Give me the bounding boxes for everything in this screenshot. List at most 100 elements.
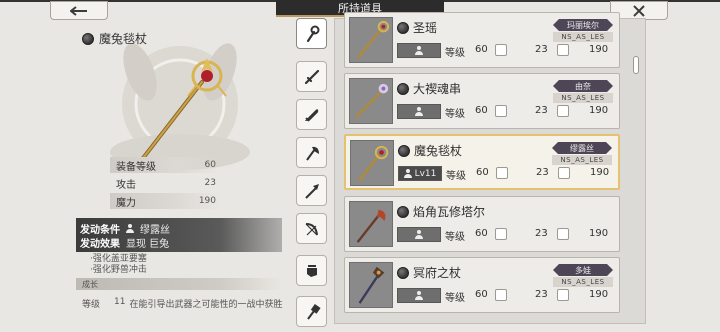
list-item[interactable]: 焰角瓦修塔尔 等级 60 23 190 — [344, 196, 620, 252]
wand-stat-icon — [557, 105, 569, 117]
condition-value: 缪露丝 — [140, 224, 170, 236]
level-value: 60 — [475, 105, 488, 116]
stat-row-attack: 攻击 23 — [110, 175, 220, 191]
item-name-text: 焰角瓦修塔尔 — [413, 205, 486, 219]
tab-axe[interactable] — [296, 137, 327, 168]
magic-value: 190 — [590, 167, 610, 178]
equip-slot — [397, 288, 441, 303]
attack-value: 23 — [536, 167, 549, 178]
level-label: 等级 — [445, 48, 465, 59]
equip-slot — [397, 43, 441, 58]
list-item-selected[interactable]: 魔兔毯杖 缪露丝 NS_AS_LES Lv11 等级 60 23 190 — [344, 134, 620, 190]
element-orb-icon — [397, 266, 409, 279]
magic-value: 190 — [589, 289, 609, 300]
list-item[interactable]: 圣瑶 玛丽埃尔 NS_AS_LES 等级 60 23 190 — [344, 12, 620, 68]
close-icon — [633, 4, 645, 17]
stat-row-level: 装备等级 60 — [110, 157, 220, 173]
owner-tag: 玛丽埃尔 — [553, 19, 613, 31]
list-scrollbar[interactable] — [633, 56, 639, 74]
sword-stat-icon — [495, 44, 507, 56]
equip-slot — [397, 227, 441, 242]
class-tag: NS_AS_LES — [553, 32, 613, 42]
stat-row-magic: 魔力 190 — [110, 193, 220, 209]
attack-value: 23 — [535, 44, 548, 55]
owner-tag: 多娃 — [553, 264, 613, 276]
owner-tag: 缪露丝 — [552, 142, 612, 154]
equip-slot: Lv11 — [398, 166, 442, 181]
growth-level: 11 — [114, 297, 126, 307]
skill-box: 发动条件 缪露丝 发动效果 显现 巨兔 — [76, 218, 282, 252]
stat-value: 190 — [198, 196, 216, 206]
level-label: 等级 — [445, 232, 465, 243]
wand-stat-icon — [557, 44, 569, 56]
list-item[interactable]: 大禊魂串 由奈 NS_AS_LES 等级 60 23 190 — [344, 73, 620, 129]
level-value: 60 — [476, 167, 489, 178]
magic-value: 190 — [589, 105, 609, 116]
effect-label: 发动效果 — [80, 238, 120, 250]
level-value: 60 — [475, 289, 488, 300]
growth-description: 在能引导出武器之可能性的一战中获胜 — [129, 300, 283, 310]
gauntlet-icon — [306, 264, 317, 277]
staff-icon — [306, 25, 319, 42]
person-icon — [415, 107, 423, 116]
item-detail-panel: 魔兔毯杖 装备等级 60 攻击 23 魔力 190 发动条件 缪露丝 发动效果 … — [0, 18, 290, 332]
tab-hammer[interactable] — [296, 296, 327, 327]
level-label: 等级 — [445, 293, 465, 304]
tab-staff[interactable] — [296, 18, 327, 49]
level-label: 等级 — [445, 109, 465, 120]
bullet-item: ·强化野兽冲击 — [90, 265, 147, 275]
spear-icon — [304, 183, 319, 199]
weapon-portrait — [110, 43, 250, 170]
sword-stat-icon — [495, 228, 507, 240]
list-item[interactable]: 冥府之杖 多娃 NS_AS_LES 等级 60 23 190 — [344, 257, 620, 313]
condition-label: 发动条件 — [80, 224, 120, 236]
dagger-icon — [304, 108, 318, 122]
detail-title: 魔兔毯杖 — [82, 30, 147, 47]
detail-name: 魔兔毯杖 — [99, 32, 148, 46]
bow-icon — [305, 222, 318, 235]
sword-icon — [304, 69, 319, 84]
sword-stat-icon — [495, 105, 507, 117]
item-name-text: 魔兔毯杖 — [414, 144, 463, 158]
level-value: 60 — [475, 228, 488, 239]
tab-sword[interactable] — [296, 61, 327, 92]
tab-dagger[interactable] — [296, 99, 327, 130]
effect-bullets: ·强化盖亚要塞 ·强化野兽冲击 — [90, 254, 147, 276]
person-icon — [403, 169, 412, 178]
wand-stat-icon — [558, 167, 570, 179]
growth-label: 等级 — [82, 300, 101, 310]
item-stats: 等级 60 23 190 — [446, 166, 616, 182]
attack-value: 23 — [535, 105, 548, 116]
element-orb-icon — [397, 21, 409, 34]
person-icon — [415, 291, 423, 300]
equip-slot — [397, 104, 441, 119]
element-orb-icon — [397, 82, 409, 95]
equip-level: Lv11 — [414, 168, 437, 179]
weapon-thumb — [349, 78, 393, 124]
class-tag: NS_AS_LES — [552, 155, 612, 165]
weapon-thumb — [349, 262, 393, 308]
hammer-icon — [306, 303, 321, 320]
axe-icon — [305, 146, 319, 161]
weapon-thumb — [350, 140, 394, 186]
level-value: 60 — [475, 44, 488, 55]
attack-value: 23 — [535, 289, 548, 300]
weapon-thumb — [349, 201, 393, 247]
item-name: 魔兔毯杖 — [398, 142, 462, 159]
weapon-thumb — [349, 17, 393, 63]
item-name: 圣瑶 — [397, 19, 437, 36]
owner-tag: 由奈 — [553, 80, 613, 92]
item-stats: 等级 60 23 190 — [445, 43, 615, 59]
stat-value: 60 — [204, 160, 216, 170]
header-line-left — [0, 0, 276, 2]
item-stats: 等级 60 23 190 — [445, 227, 615, 243]
stat-value: 23 — [204, 178, 216, 188]
header-line-right — [444, 0, 720, 2]
tab-spear[interactable] — [296, 175, 327, 206]
growth-title: 成长 — [82, 279, 98, 289]
item-name-text: 大禊魂串 — [413, 82, 462, 96]
class-tag: NS_AS_LES — [553, 93, 613, 103]
tab-gauntlet[interactable] — [296, 255, 327, 286]
person-icon — [126, 223, 134, 233]
tab-bow[interactable] — [296, 213, 327, 244]
